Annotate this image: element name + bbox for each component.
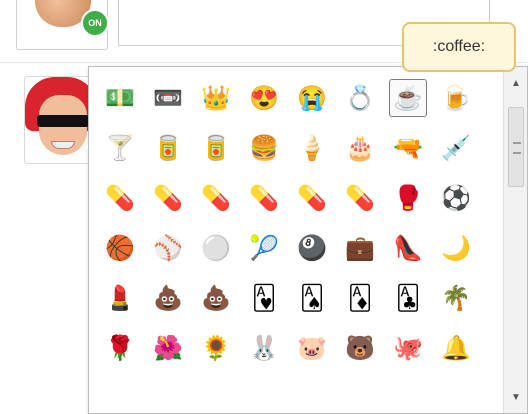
emoji-item[interactable]: 🂡 xyxy=(293,279,331,317)
scroll-down-arrow-icon[interactable]: ▼ xyxy=(504,389,527,407)
scrollbar[interactable]: ▲ ▼ xyxy=(503,67,527,413)
emoji-item[interactable]: 📼 xyxy=(149,79,187,117)
emoji-item[interactable]: 🌹 xyxy=(101,329,139,367)
emoji-item[interactable]: 💵 xyxy=(101,79,139,117)
scrollbar-thumb[interactable] xyxy=(508,107,524,187)
emoji-item[interactable]: 🔔 xyxy=(437,329,475,367)
scroll-up-arrow-icon[interactable]: ▲ xyxy=(504,75,527,93)
emoji-item[interactable]: 🌙 xyxy=(437,229,475,267)
emoji-item[interactable]: 🐻 xyxy=(341,329,379,367)
emoji-item[interactable]: 🍦 xyxy=(293,129,331,167)
emoji-item[interactable]: 🌴 xyxy=(437,279,475,317)
emoji-item[interactable]: 🐷 xyxy=(293,329,331,367)
emoji-item[interactable]: 👑 xyxy=(197,79,235,117)
emoji-grid: 💵 📼 👑 😍 😭 💍 ☕ 🍺 🍸 🥫 🥫 🍔 🍦 🎂 🔫 💉 💊 💊 💊 💊 💊 💊 🥊 ⚽ 🏀 ⚾ ⚪ 🎾 🎱 💼 👠 🌙 💄 💩 💩 🂱 🂡 🃁 🃑 🌴… xyxy=(101,79,493,379)
emoji-item[interactable]: 🐙 xyxy=(389,329,427,367)
online-status-badge: ON xyxy=(81,9,109,37)
emoji-item[interactable]: 🥊 xyxy=(389,179,427,217)
emoji-item[interactable]: ⚽ xyxy=(437,179,475,217)
emoji-item[interactable]: 🌺 xyxy=(149,329,187,367)
emoji-picker: 💵 📼 👑 😍 😭 💍 ☕ 🍺 🍸 🥫 🥫 🍔 🍦 🎂 🔫 💉 💊 💊 💊 💊 💊 💊 🥊 ⚽ 🏀 ⚾ ⚪ 🎾 🎱 💼 👠 🌙 💄 💩 💩 🂱 🂡 🃁 🃑 🌴… xyxy=(88,66,528,414)
emoji-item[interactable]: 😭 xyxy=(293,79,331,117)
scroll-grip-icon xyxy=(513,142,521,154)
emoji-item[interactable]: 🂱 xyxy=(245,279,283,317)
avatar-sunglasses xyxy=(37,115,89,127)
emoji-item[interactable]: 🍔 xyxy=(245,129,283,167)
emoji-item[interactable]: 🎾 xyxy=(245,229,283,267)
emoji-item[interactable]: 🃁 xyxy=(341,279,379,317)
emoji-item[interactable]: ⚪ xyxy=(197,229,235,267)
emoji-item[interactable]: ⚾ xyxy=(149,229,187,267)
emoji-item[interactable]: 💊 xyxy=(101,179,139,217)
emoji-tooltip: :coffee: xyxy=(402,22,516,72)
emoji-item[interactable]: 🃑 xyxy=(389,279,427,317)
emoji-item[interactable]: 💩 xyxy=(149,279,187,317)
emoji-item[interactable]: 🏀 xyxy=(101,229,139,267)
emoji-item[interactable]: 💍 xyxy=(341,79,379,117)
emoji-item[interactable]: 🌻 xyxy=(197,329,235,367)
emoji-item[interactable]: 🥫 xyxy=(197,129,235,167)
emoji-item[interactable]: 💼 xyxy=(341,229,379,267)
emoji-item[interactable]: 🍺 xyxy=(437,79,475,117)
emoji-item[interactable]: 💉 xyxy=(437,129,475,167)
emoji-item[interactable]: 🥫 xyxy=(149,129,187,167)
emoji-item[interactable]: 🎂 xyxy=(341,129,379,167)
emoji-item[interactable]: 💄 xyxy=(101,279,139,317)
contact-avatar: ON xyxy=(16,0,109,50)
emoji-item[interactable]: 😍 xyxy=(245,79,283,117)
emoji-item[interactable]: 👠 xyxy=(389,229,427,267)
emoji-item[interactable]: 💊 xyxy=(341,179,379,217)
user-avatar xyxy=(24,76,96,164)
emoji-item[interactable]: 💊 xyxy=(245,179,283,217)
emoji-item[interactable]: 🍸 xyxy=(101,129,139,167)
emoji-item[interactable]: 🐰 xyxy=(245,329,283,367)
emoji-item[interactable]: 🔫 xyxy=(389,129,427,167)
emoji-item[interactable]: 💊 xyxy=(197,179,235,217)
emoji-item[interactable]: 💊 xyxy=(293,179,331,217)
emoji-item[interactable]: 💩 xyxy=(197,279,235,317)
emoji-item[interactable]: 💊 xyxy=(149,179,187,217)
emoji-item[interactable]: ☕ xyxy=(389,79,427,117)
emoji-item[interactable]: 🎱 xyxy=(293,229,331,267)
